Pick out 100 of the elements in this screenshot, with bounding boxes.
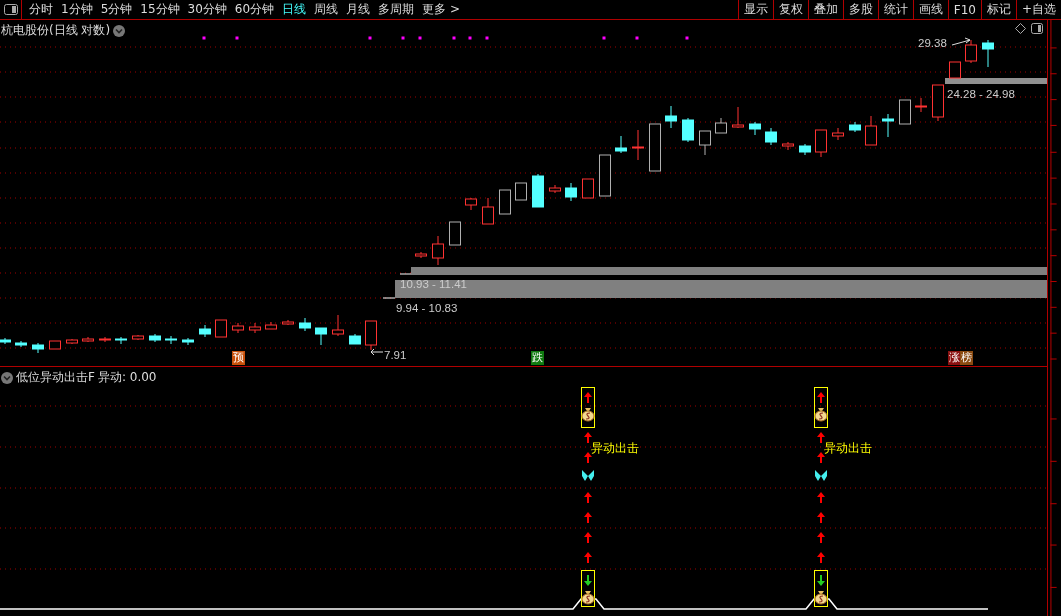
money-bag-icon	[581, 591, 595, 605]
diamond-icon[interactable]	[1015, 23, 1026, 34]
price-label: 10.93 - 11.41	[400, 277, 467, 291]
left-arrow-icon	[370, 348, 384, 356]
candlestick	[949, 61, 961, 79]
period-tab[interactable]: 1分钟	[57, 1, 97, 18]
candlestick	[132, 334, 144, 341]
period-tab[interactable]: 60分钟	[230, 1, 279, 18]
toolbar-button[interactable]: 标记	[980, 0, 1016, 19]
candlestick	[632, 129, 644, 161]
candlestick	[0, 337, 11, 345]
toolbar-button[interactable]: 复权	[772, 0, 808, 19]
candlestick	[66, 338, 78, 345]
period-tab[interactable]: 周线	[310, 1, 343, 18]
up-arrow-icon	[584, 432, 592, 443]
signal-label: 异动出击	[824, 441, 872, 455]
up-arrow-icon	[584, 512, 592, 523]
down-arrow-icon	[817, 575, 825, 586]
candlestick	[515, 182, 527, 201]
up-arrow-icon	[817, 552, 825, 563]
candlestick	[565, 182, 577, 202]
candlestick	[682, 117, 694, 143]
candlestick	[982, 39, 994, 68]
signal-tag: 预	[232, 351, 245, 365]
up-arrow-icon	[584, 452, 592, 463]
up-arrow-icon	[817, 492, 825, 503]
toolbar-button[interactable]: +自选	[1015, 0, 1061, 19]
candlestick	[732, 106, 744, 129]
up-arrow-icon	[817, 432, 825, 443]
candlestick	[165, 335, 177, 345]
candlestick	[415, 251, 427, 259]
chevron-down-icon[interactable]	[1, 371, 13, 384]
candlestick	[82, 336, 94, 343]
period-tab[interactable]: 日线	[278, 1, 311, 18]
toolbar-button[interactable]: 显示	[737, 0, 773, 19]
candlestick	[482, 197, 494, 225]
candlestick	[815, 129, 827, 158]
price-label: 24.28 - 24.98	[947, 87, 1015, 101]
candlestick	[932, 84, 944, 122]
candlestick	[299, 317, 311, 332]
period-tab[interactable]: 更多 >	[418, 1, 464, 18]
pointer-arrow-icon	[951, 37, 971, 46]
candlestick	[365, 320, 377, 351]
signal-tag: 跌	[531, 351, 544, 365]
candlestick	[965, 39, 977, 64]
butterfly-icon	[582, 470, 594, 481]
period-tab[interactable]: 30分钟	[183, 1, 231, 18]
candlestick	[615, 135, 627, 154]
chevron-down-icon[interactable]	[113, 24, 126, 37]
candlestick	[765, 127, 777, 146]
toolbar-button[interactable]: F10	[947, 0, 981, 19]
signal-label: 异动出击	[591, 441, 639, 455]
candlestick	[649, 123, 661, 172]
toolbar-button[interactable]: 叠加	[807, 0, 843, 19]
candlestick	[265, 321, 277, 330]
down-arrow-icon	[584, 575, 592, 586]
period-tab[interactable]: 5分钟	[96, 1, 137, 18]
candlestick	[199, 324, 211, 338]
signal-tag: 榜	[960, 351, 973, 365]
candlestick	[332, 314, 344, 337]
candlestick	[315, 327, 327, 346]
candlestick	[349, 333, 361, 345]
up-arrow-icon	[584, 392, 592, 403]
period-tab[interactable]: 分时	[25, 1, 57, 18]
candlestick	[249, 322, 261, 334]
candlestick	[149, 333, 161, 343]
up-arrow-icon	[584, 532, 592, 543]
candlestick	[915, 97, 927, 113]
candlestick	[782, 141, 794, 151]
candlestick	[699, 130, 711, 156]
candlestick	[882, 113, 894, 138]
candlestick	[282, 319, 294, 326]
price-label: 9.94 - 10.83	[396, 301, 458, 315]
candlestick	[215, 319, 227, 338]
candlestick	[449, 221, 461, 246]
candlestick	[599, 154, 611, 197]
candlestick	[532, 173, 544, 208]
period-tab[interactable]: 月线	[342, 1, 375, 18]
candlestick	[549, 184, 561, 194]
candlestick	[715, 117, 727, 134]
butterfly-icon	[815, 470, 827, 481]
period-tab[interactable]: 多周期	[374, 1, 419, 18]
candlestick	[499, 189, 511, 215]
indicator-name: 低位异动出击F	[16, 369, 95, 386]
candlestick	[582, 178, 594, 199]
toolbar-button[interactable]: 画线	[912, 0, 948, 19]
toolbar-button[interactable]: 多股	[842, 0, 878, 19]
up-arrow-icon	[817, 532, 825, 543]
price-label: 7.91	[384, 348, 407, 362]
chart-title: 杭电股份(日线 对数)	[1, 22, 111, 39]
candlestick	[432, 235, 444, 266]
indicator-reading: 异动: 0.00	[97, 369, 157, 386]
candlestick	[232, 322, 244, 334]
panel-toggle-icon[interactable]	[3, 4, 18, 15]
up-arrow-icon	[817, 512, 825, 523]
toolbar-button[interactable]: 统计	[877, 0, 913, 19]
panel-toggle-icon[interactable]	[1031, 23, 1043, 34]
price-label: 29.38	[918, 36, 947, 50]
candlestick	[115, 336, 127, 345]
period-tab[interactable]: 15分钟	[136, 1, 184, 18]
